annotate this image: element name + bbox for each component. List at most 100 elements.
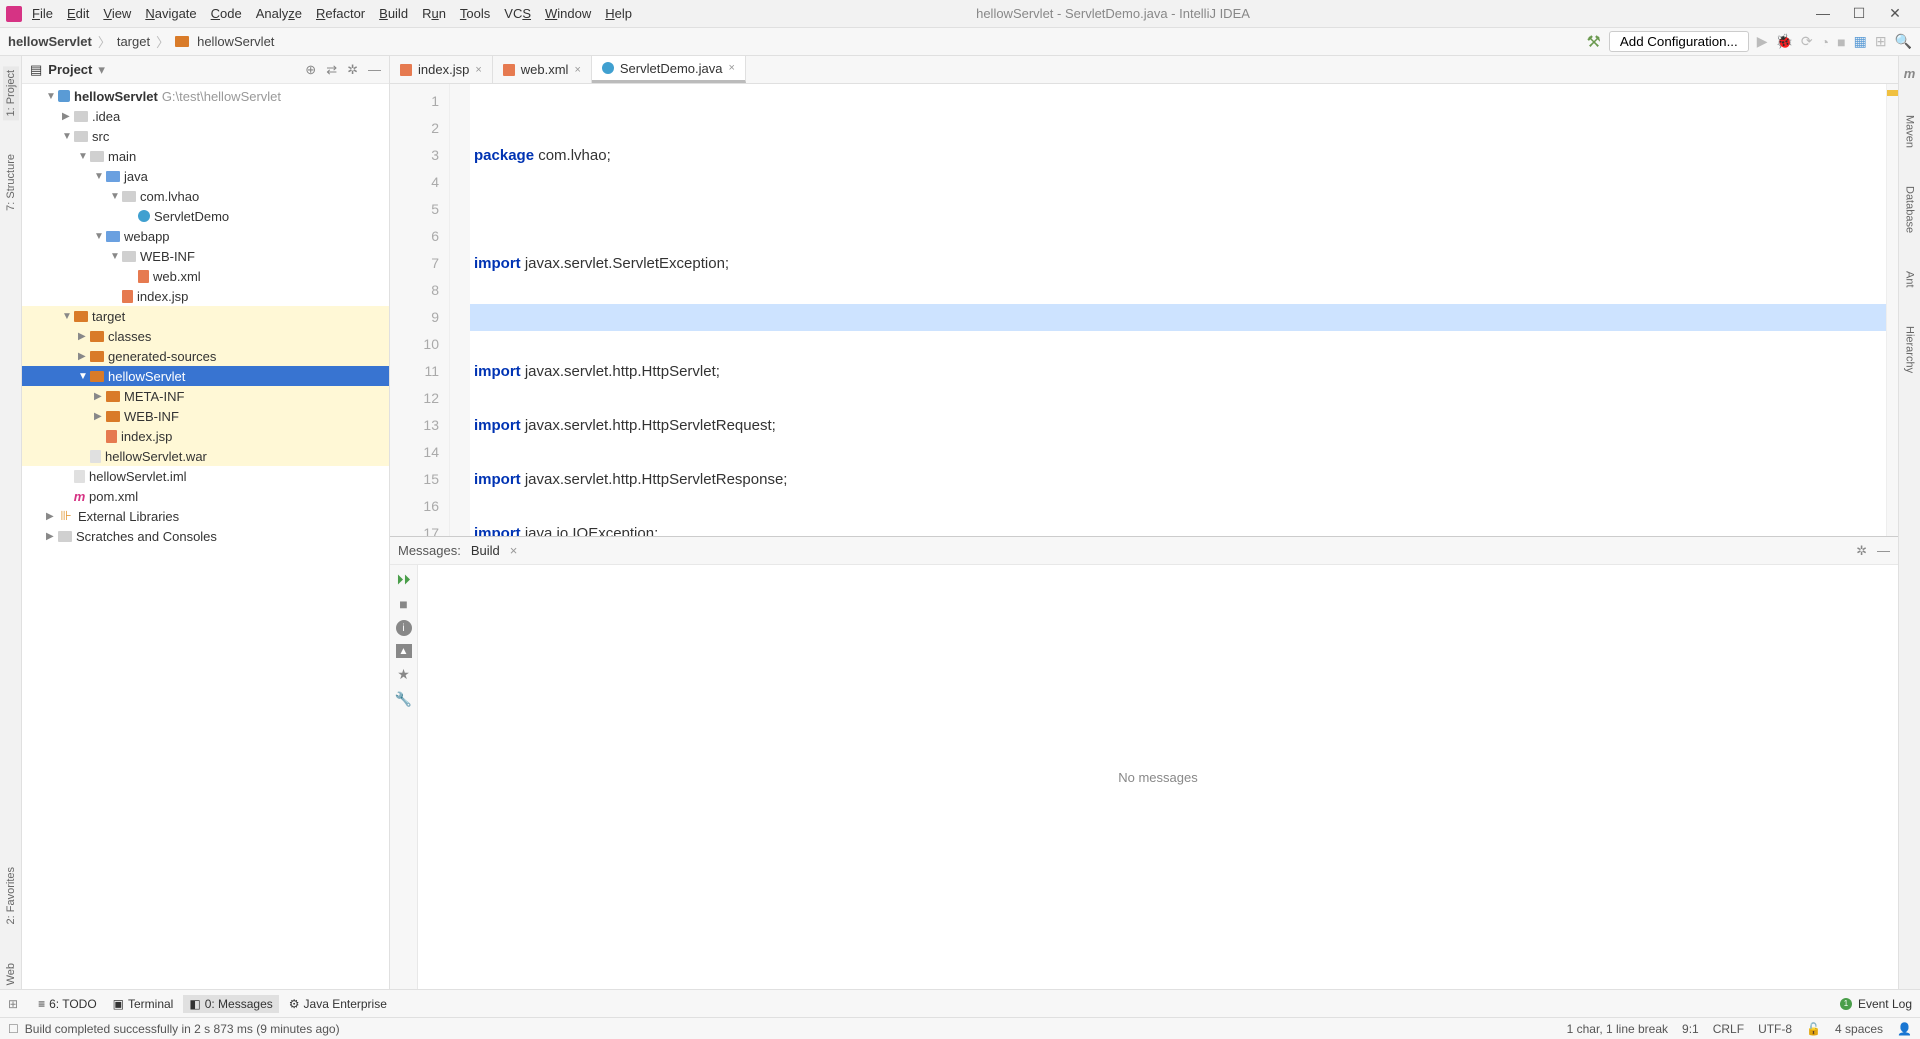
tree-item-WEB-INF[interactable]: ▼WEB-INF (22, 246, 389, 266)
settings-icon[interactable]: ✲ (347, 62, 358, 78)
expand-icon[interactable]: ⇄ (326, 62, 337, 78)
editor-tab-ServletDemo-java[interactable]: ServletDemo.java× (592, 56, 746, 83)
menu-build[interactable]: Build (379, 6, 408, 21)
project-tree[interactable]: ▼hellowServletG:\test\hellowServlet▶.ide… (22, 84, 389, 989)
warning-icon[interactable]: ▲ (396, 644, 412, 658)
build-icon[interactable]: ⚒ (1587, 32, 1601, 52)
info-icon[interactable]: i (396, 620, 412, 636)
tree-item-pom-xml[interactable]: mpom.xml (22, 486, 389, 506)
tree-arrow-icon[interactable]: ▶ (46, 511, 58, 522)
stop-icon[interactable]: ■ (1837, 34, 1845, 50)
menu-code[interactable]: Code (211, 6, 242, 21)
profile-icon[interactable]: ◔ (1821, 34, 1829, 50)
tree-arrow-icon[interactable]: ▼ (94, 231, 106, 242)
editor-tab-web-xml[interactable]: web.xml× (493, 56, 592, 83)
hector-icon[interactable]: 👤 (1897, 1022, 1912, 1036)
tree-arrow-icon[interactable]: ▶ (62, 111, 74, 122)
search-icon[interactable]: 🔍 (1895, 33, 1912, 50)
menu-refactor[interactable]: Refactor (316, 6, 365, 21)
breadcrumb-item[interactable]: target (117, 34, 150, 49)
close-tab-icon[interactable]: × (728, 62, 734, 74)
tree-item-External-Libraries[interactable]: ▶⊪External Libraries (22, 506, 389, 526)
close-tab-icon[interactable]: × (475, 64, 481, 76)
tab-database[interactable]: Database (1902, 182, 1918, 237)
status-encoding[interactable]: UTF-8 (1758, 1022, 1792, 1036)
breadcrumb-item[interactable]: hellowServlet (197, 34, 274, 49)
rerun-icon[interactable]: ⏵⏵ (397, 571, 411, 588)
tab-favorites[interactable]: 2: Favorites (3, 863, 19, 928)
coverage-icon[interactable]: ⟳ (1801, 33, 1813, 50)
tree-arrow-icon[interactable]: ▼ (78, 151, 90, 162)
status-caret[interactable]: 9:1 (1682, 1022, 1699, 1036)
tree-item-ServletDemo[interactable]: ServletDemo (22, 206, 389, 226)
tree-arrow-icon[interactable]: ▶ (78, 331, 90, 342)
menu-file[interactable]: File (32, 6, 53, 21)
close-button[interactable]: ✕ (1886, 5, 1904, 22)
gear-icon[interactable]: ✲ (1856, 543, 1867, 559)
close-tab-icon[interactable]: × (574, 64, 580, 76)
tree-arrow-icon[interactable]: ▼ (110, 251, 122, 262)
bottom-tab----TODO[interactable]: ≡ 6: TODO (32, 995, 103, 1013)
tree-item-META-INF[interactable]: ▶META-INF (22, 386, 389, 406)
structure-icon[interactable]: ⊞ (1875, 33, 1887, 50)
menu-navigate[interactable]: Navigate (145, 6, 196, 21)
warning-mark[interactable] (1887, 90, 1898, 96)
tree-arrow-icon[interactable]: ▼ (78, 371, 90, 382)
debug-icon[interactable]: 🐞 (1775, 33, 1792, 50)
tree-arrow-icon[interactable]: ▶ (78, 351, 90, 362)
dropdown-icon[interactable]: ▾ (98, 62, 105, 78)
tree-item-webapp[interactable]: ▼webapp (22, 226, 389, 246)
maximize-button[interactable]: ☐ (1850, 5, 1868, 22)
tree-item-src[interactable]: ▼src (22, 126, 389, 146)
tree-arrow-icon[interactable]: ▶ (94, 391, 106, 402)
project-title[interactable]: Project (48, 62, 92, 77)
bottom-tab----Messages[interactable]: ◧ 0: Messages (183, 995, 278, 1013)
tree-item-WEB-INF[interactable]: ▶WEB-INF (22, 406, 389, 426)
tree-arrow-icon[interactable]: ▶ (94, 411, 106, 422)
tree-arrow-icon[interactable]: ▼ (46, 91, 58, 102)
close-tab-icon[interactable]: × (510, 543, 518, 558)
menu-view[interactable]: View (103, 6, 131, 21)
messages-tab-build[interactable]: Build (471, 543, 500, 558)
tree-item-hellowServlet-iml[interactable]: hellowServlet.iml (22, 466, 389, 486)
tree-item--idea[interactable]: ▶.idea (22, 106, 389, 126)
tree-arrow-icon[interactable]: ▼ (94, 171, 106, 182)
tree-arrow-icon[interactable]: ▼ (62, 311, 74, 322)
tree-arrow-icon[interactable]: ▼ (110, 191, 122, 202)
bottom-tab-Java-Enterprise[interactable]: ⚙ Java Enterprise (283, 995, 393, 1013)
stop-icon[interactable]: ■ (399, 596, 407, 612)
lock-icon[interactable]: 🔓 (1806, 1022, 1821, 1036)
error-stripe[interactable] (1886, 84, 1898, 536)
breadcrumb-root[interactable]: hellowServlet (8, 34, 92, 49)
minimize-button[interactable]: — (1814, 5, 1832, 22)
tab-project[interactable]: 1: Project (3, 66, 19, 120)
code-editor[interactable]: 1234567891011121314151617 package com.lv… (390, 84, 1898, 536)
tree-item-web-xml[interactable]: web.xml (22, 266, 389, 286)
status-indent[interactable]: 4 spaces (1835, 1022, 1883, 1036)
maven-icon[interactable]: m (1904, 66, 1916, 81)
add-configuration-button[interactable]: Add Configuration... (1609, 31, 1749, 52)
tree-item-hellowServlet-war[interactable]: hellowServlet.war (22, 446, 389, 466)
tab-maven[interactable]: Maven (1902, 111, 1918, 152)
tree-item-Scratches-and-Consoles[interactable]: ▶Scratches and Consoles (22, 526, 389, 546)
hide-icon[interactable]: — (368, 62, 381, 78)
tree-arrow-icon[interactable]: ▶ (46, 531, 58, 542)
status-icon[interactable]: ☐ (8, 1022, 19, 1036)
event-log-button[interactable]: Event Log (1858, 997, 1912, 1011)
tree-item-main[interactable]: ▼main (22, 146, 389, 166)
tree-item-hellowServlet[interactable]: ▼hellowServlet (22, 366, 389, 386)
tree-item-index-jsp[interactable]: index.jsp (22, 426, 389, 446)
tree-arrow-icon[interactable]: ▼ (62, 131, 74, 142)
run-icon[interactable]: ▶ (1757, 33, 1768, 50)
tree-item-com-lvhao[interactable]: ▼com.lvhao (22, 186, 389, 206)
tree-item-target[interactable]: ▼target (22, 306, 389, 326)
tree-item-java[interactable]: ▼java (22, 166, 389, 186)
menu-analyze[interactable]: Analyze (256, 6, 302, 21)
locate-icon[interactable]: ⊕ (305, 62, 316, 78)
tree-item-index-jsp[interactable]: index.jsp (22, 286, 389, 306)
tool-windows-icon[interactable]: ⊞ (8, 997, 18, 1011)
vcs-icon[interactable]: ▦ (1854, 33, 1867, 50)
hide-panel-icon[interactable]: — (1877, 543, 1890, 559)
tree-item-generated-sources[interactable]: ▶generated-sources (22, 346, 389, 366)
status-eol[interactable]: CRLF (1713, 1022, 1744, 1036)
